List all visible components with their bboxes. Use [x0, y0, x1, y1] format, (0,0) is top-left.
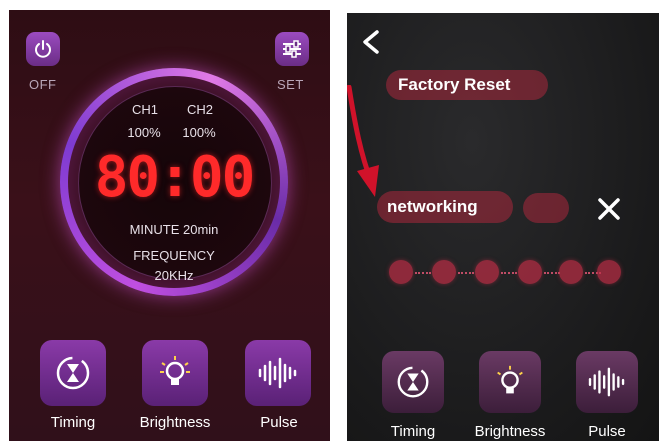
progress-dot [432, 260, 456, 284]
frequency-value: 20KHz [154, 268, 194, 283]
progress-connector [415, 272, 431, 275]
timing-label: Timing [390, 423, 436, 440]
progress-dot [559, 260, 583, 284]
networking-label[interactable]: networking [377, 191, 513, 223]
brightness-label: Brightness [474, 423, 546, 440]
countdown-display: 80:00 [94, 145, 256, 210]
progress-connector [501, 272, 517, 275]
chevron-left-icon[interactable] [359, 29, 385, 55]
lightbulb-icon [160, 356, 190, 385]
timer-hourglass-icon [397, 366, 429, 398]
brightness-label: Brightness [139, 414, 211, 431]
power-icon [35, 40, 51, 58]
ch2-value: 100% [182, 125, 216, 140]
brightness-button[interactable] [142, 340, 208, 406]
close-icon[interactable] [597, 197, 621, 221]
settings-label: SET [277, 77, 304, 92]
brightness-button[interactable] [479, 351, 541, 413]
power-button[interactable] [26, 32, 60, 66]
progress-connector [458, 272, 474, 275]
minute-readout: MINUTE 20min [129, 222, 219, 237]
device-photo-panel: Factory Reset networking Timing Brightne… [347, 13, 659, 441]
progress-connector [544, 272, 560, 275]
factory-reset-button[interactable]: Factory Reset [386, 70, 548, 100]
power-label: OFF [29, 77, 57, 92]
progress-dot [518, 260, 542, 284]
ch2-label: CH2 [186, 102, 213, 117]
red-arrow-icon [347, 85, 379, 197]
ch1-value: 100% [127, 125, 161, 140]
waveform-icon [258, 357, 297, 389]
pulse-label: Pulse [260, 414, 298, 431]
progress-dot [597, 260, 621, 284]
device-control-panel: OFF SET CH1 CH2 100% 100% 80:00 MINUTE 2… [9, 10, 330, 441]
lightbulb-icon [497, 365, 523, 394]
progress-dot [475, 260, 499, 284]
status-pill [523, 193, 569, 223]
pulse-label: Pulse [588, 423, 626, 440]
pulse-button[interactable] [245, 340, 311, 406]
timer-hourglass-icon [56, 356, 90, 390]
timing-button[interactable] [40, 340, 106, 406]
settings-button[interactable] [275, 32, 309, 66]
frequency-label: FREQUENCY [133, 248, 215, 263]
progress-dot [389, 260, 413, 284]
ch1-label: CH1 [131, 102, 158, 117]
timing-button[interactable] [382, 351, 444, 413]
waveform-icon [588, 367, 625, 397]
sliders-icon [283, 40, 301, 58]
pulse-button[interactable] [576, 351, 638, 413]
timing-label: Timing [50, 414, 96, 431]
